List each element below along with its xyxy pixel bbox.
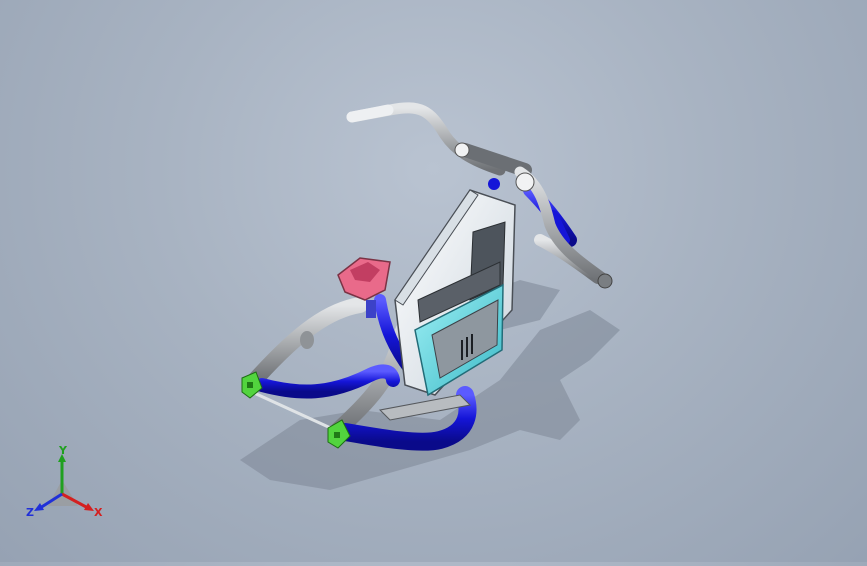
triad-y-label: Y [58,446,68,457]
model-canvas[interactable] [0,0,867,562]
triad-x-label: X [94,506,103,519]
orientation-triad: Y X Z [24,444,108,526]
3d-viewport[interactable] [0,0,867,562]
triad-z-label: Z [26,506,34,519]
